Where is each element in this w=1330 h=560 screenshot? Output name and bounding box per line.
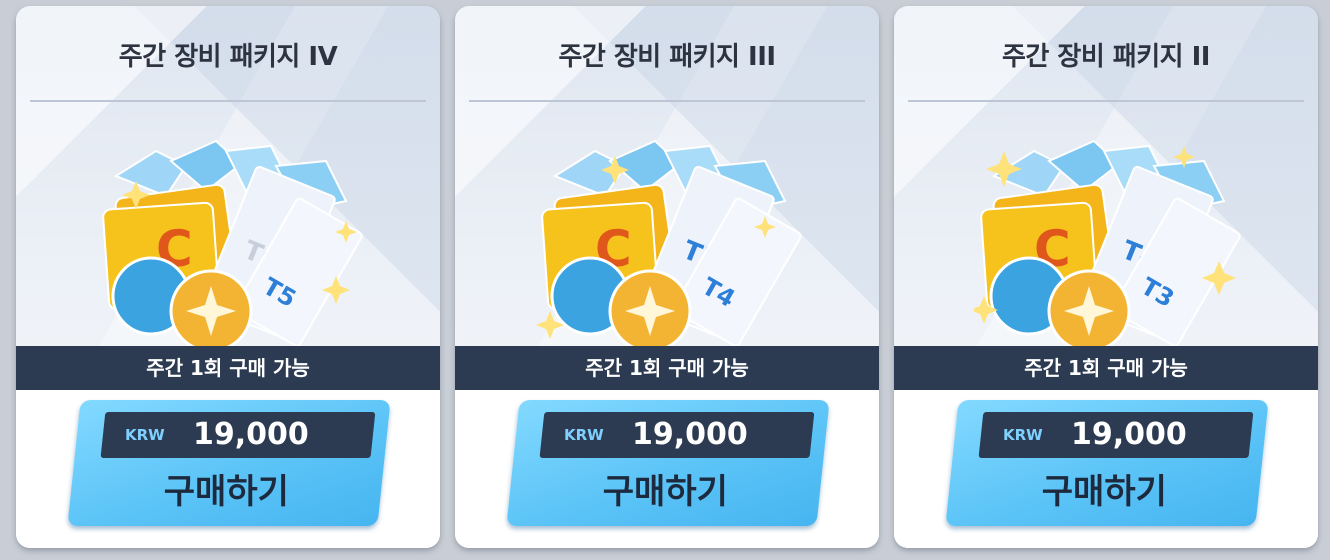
currency-label: KRW xyxy=(124,426,165,444)
package-card-ii[interactable]: 주간 장비 패키지 II C T4 T3 주간 1회 구매 가능 KRW 19,… xyxy=(894,6,1318,548)
currency-label: KRW xyxy=(563,426,604,444)
package-items-image: C T4 T3 xyxy=(974,139,1241,351)
buy-button-label: 구매하기 xyxy=(1041,472,1167,512)
buy-button-label: 구매하기 xyxy=(163,472,289,512)
purchase-limit-banner: 주간 1회 구매 가능 xyxy=(455,346,879,390)
price-amount: 19,000 xyxy=(192,417,309,452)
purchase-limit-banner: 주간 1회 구매 가능 xyxy=(16,346,440,390)
package-items-image: C T5 T4 xyxy=(536,139,802,351)
package-items-image: C T6 T5 xyxy=(102,139,363,351)
price-amount: 19,000 xyxy=(631,417,748,452)
buy-button[interactable]: KRW 19,000 구매하기 xyxy=(506,400,830,526)
package-title: 주간 장비 패키지 III xyxy=(558,42,776,72)
package-title: 주간 장비 패키지 IV xyxy=(118,42,338,72)
divider xyxy=(30,100,426,102)
price-box: KRW 19,000 xyxy=(539,412,815,458)
buy-button-label: 구매하기 xyxy=(602,472,728,512)
purchase-limit-banner: 주간 1회 구매 가능 xyxy=(894,346,1318,390)
price-box: KRW 19,000 xyxy=(100,412,376,458)
package-card-iv[interactable]: 주간 장비 패키지 IV C T6 T5 주간 1회 구매 가능 KRW 19,… xyxy=(16,6,440,548)
buy-button[interactable]: KRW 19,000 구매하기 xyxy=(945,400,1269,526)
package-card-iii[interactable]: 주간 장비 패키지 III C T5 T4 주간 1회 구매 가능 KRW 19… xyxy=(455,6,879,548)
currency-label: KRW xyxy=(1002,426,1043,444)
divider xyxy=(908,100,1304,102)
price-box: KRW 19,000 xyxy=(978,412,1254,458)
buy-button[interactable]: KRW 19,000 구매하기 xyxy=(67,400,391,526)
divider xyxy=(469,100,865,102)
price-amount: 19,000 xyxy=(1070,417,1187,452)
package-title: 주간 장비 패키지 II xyxy=(1002,42,1210,72)
